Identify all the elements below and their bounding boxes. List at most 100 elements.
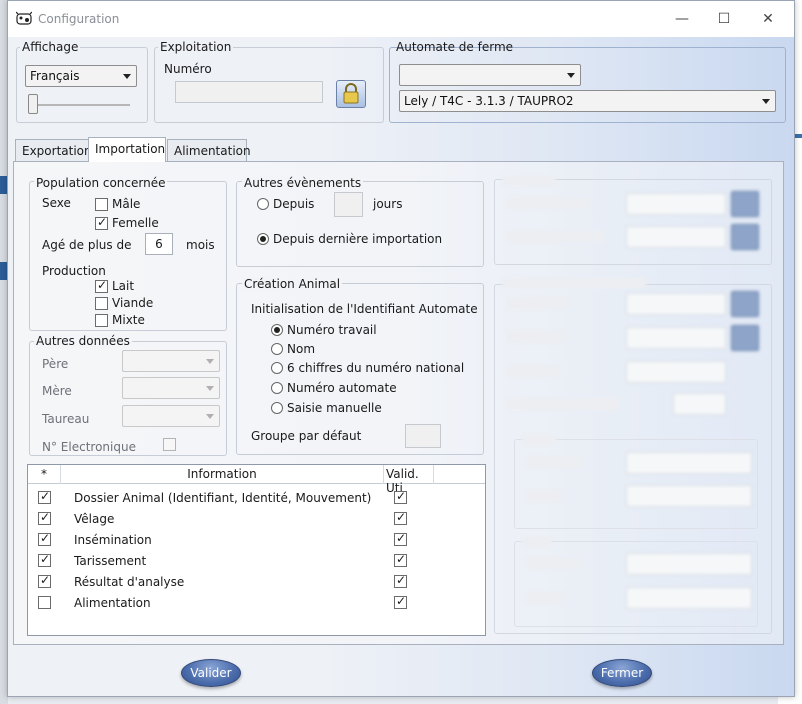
table-row[interactable]: Alimentation <box>28 594 485 614</box>
row-information: Dossier Animal (Identifiant, Identité, M… <box>74 491 372 505</box>
numero-input[interactable] <box>175 81 323 103</box>
row-valid-checkbox[interactable] <box>394 489 407 504</box>
chevron-down-icon <box>206 359 214 364</box>
app-cow-icon <box>16 11 32 25</box>
row-select-checkbox[interactable] <box>38 552 51 567</box>
lock-button[interactable] <box>336 80 366 108</box>
age-input[interactable]: 6 <box>145 233 173 255</box>
taureau-label: Taureau <box>42 412 90 426</box>
blurred-field <box>626 485 752 507</box>
row-information: Tarissement <box>74 554 147 568</box>
padlock-icon <box>343 83 359 104</box>
chevron-down-icon <box>123 74 131 79</box>
depuis-derniere-radio[interactable] <box>257 233 269 245</box>
blurred-label <box>506 231 604 243</box>
radio-numero-automate[interactable] <box>271 382 283 394</box>
blurred-field <box>626 587 752 609</box>
depuis-label: Depuis <box>273 197 315 211</box>
slider-thumb[interactable] <box>28 94 38 114</box>
row-select-checkbox[interactable] <box>38 510 51 525</box>
header-valid-uti: Valid. Uti <box>384 465 434 495</box>
language-select[interactable]: Français <box>25 65 137 87</box>
radio-numero-travail[interactable] <box>271 324 283 336</box>
mixte-checkbox[interactable] <box>95 314 108 327</box>
viande-checkbox[interactable] <box>95 297 108 310</box>
row-select-checkbox[interactable] <box>38 489 51 504</box>
table-row[interactable]: Insémination <box>28 531 485 551</box>
radio-6-chiffres[interactable] <box>271 362 283 374</box>
row-select-checkbox[interactable] <box>38 531 51 546</box>
age-label: Agé de plus de <box>42 238 132 252</box>
row-valid-checkbox[interactable] <box>394 594 407 609</box>
row-information: Insémination <box>74 533 152 547</box>
tab-importation[interactable]: Importation <box>88 137 166 162</box>
table-row[interactable]: Résultat d'analyse <box>28 573 485 593</box>
blurred-label <box>506 398 618 410</box>
blurred-label <box>506 365 560 377</box>
blurred-label <box>522 537 552 547</box>
n-electronique-checkbox[interactable] <box>163 438 176 451</box>
chevron-down-icon <box>762 99 770 104</box>
maximize-button[interactable]: ☐ <box>714 9 734 29</box>
blurred-icon <box>731 224 759 250</box>
tab-alimentation[interactable]: Alimentation <box>167 139 251 161</box>
production-label: Production <box>42 264 106 278</box>
creation-animal-label: Création Animal <box>242 277 343 291</box>
mere-label: Mère <box>42 384 72 398</box>
tab-exportation[interactable]: Exportation <box>15 139 92 161</box>
fermer-button[interactable]: Fermer <box>592 659 652 687</box>
autres-donnees-label: Autres données <box>34 334 132 348</box>
blurred-label <box>502 278 646 288</box>
chevron-down-icon <box>567 73 575 78</box>
viande-label: Viande <box>112 296 154 310</box>
row-valid-checkbox[interactable] <box>394 552 407 567</box>
lait-checkbox[interactable] <box>95 278 108 293</box>
close-button[interactable]: ✕ <box>758 9 778 29</box>
blurred-label <box>526 592 564 604</box>
automate-version-value: Lely / T4C - 3.1.3 / TAUPRO2 <box>404 94 574 108</box>
table-row[interactable]: Vêlage <box>28 510 485 530</box>
numero-travail-label: Numéro travail <box>287 323 377 337</box>
blurred-field <box>626 226 726 248</box>
numero-automate-label: Numéro automate <box>287 381 397 395</box>
femelle-checkbox[interactable] <box>95 215 108 230</box>
male-checkbox[interactable] <box>95 198 108 211</box>
pere-select[interactable] <box>122 350 220 372</box>
groupe-input[interactable] <box>405 424 441 448</box>
table-row[interactable]: Dossier Animal (Identifiant, Identité, M… <box>28 489 485 509</box>
blurred-icon <box>731 191 759 217</box>
blurred-label <box>526 557 582 569</box>
radio-saisie-manuelle[interactable] <box>271 402 283 414</box>
exploitation-label: Exploitation <box>158 40 234 54</box>
automate-label: Automate de ferme <box>396 40 514 54</box>
radio-nom[interactable] <box>271 343 283 355</box>
row-valid-checkbox[interactable] <box>394 531 407 546</box>
valider-button[interactable]: Valider <box>181 659 241 687</box>
automate-version-select[interactable]: Lely / T4C - 3.1.3 / TAUPRO2 <box>399 90 776 112</box>
row-valid-checkbox[interactable] <box>394 510 407 525</box>
blurred-icon <box>731 325 759 351</box>
saisie-manuelle-label: Saisie manuelle <box>287 401 382 415</box>
chevron-down-icon <box>206 386 214 391</box>
minimize-button[interactable]: — <box>672 9 692 29</box>
table-header: * Information Valid. Uti <box>28 465 485 495</box>
row-information: Vêlage <box>74 512 115 526</box>
table-row[interactable]: Tarissement <box>28 552 485 572</box>
six-chiffres-label: 6 chiffres du numéro national <box>287 361 465 375</box>
language-value: Français <box>30 69 80 83</box>
nom-label: Nom <box>287 342 316 356</box>
femelle-label: Femelle <box>112 216 159 230</box>
jours-label: jours <box>373 197 403 211</box>
configuration-window: Configuration — ☐ ✕ Affichage Français E… <box>7 0 795 697</box>
taureau-select[interactable] <box>122 405 220 427</box>
blurred-field <box>626 193 726 215</box>
automate-type-select[interactable] <box>399 64 581 86</box>
mere-select[interactable] <box>122 377 220 399</box>
row-select-checkbox[interactable] <box>38 596 51 609</box>
blurred-field <box>626 293 726 315</box>
depuis-radio[interactable] <box>257 198 269 210</box>
row-valid-checkbox[interactable] <box>394 573 407 588</box>
jours-input[interactable] <box>334 192 363 217</box>
row-select-checkbox[interactable] <box>38 573 51 588</box>
age-unit-label: mois <box>186 238 215 252</box>
